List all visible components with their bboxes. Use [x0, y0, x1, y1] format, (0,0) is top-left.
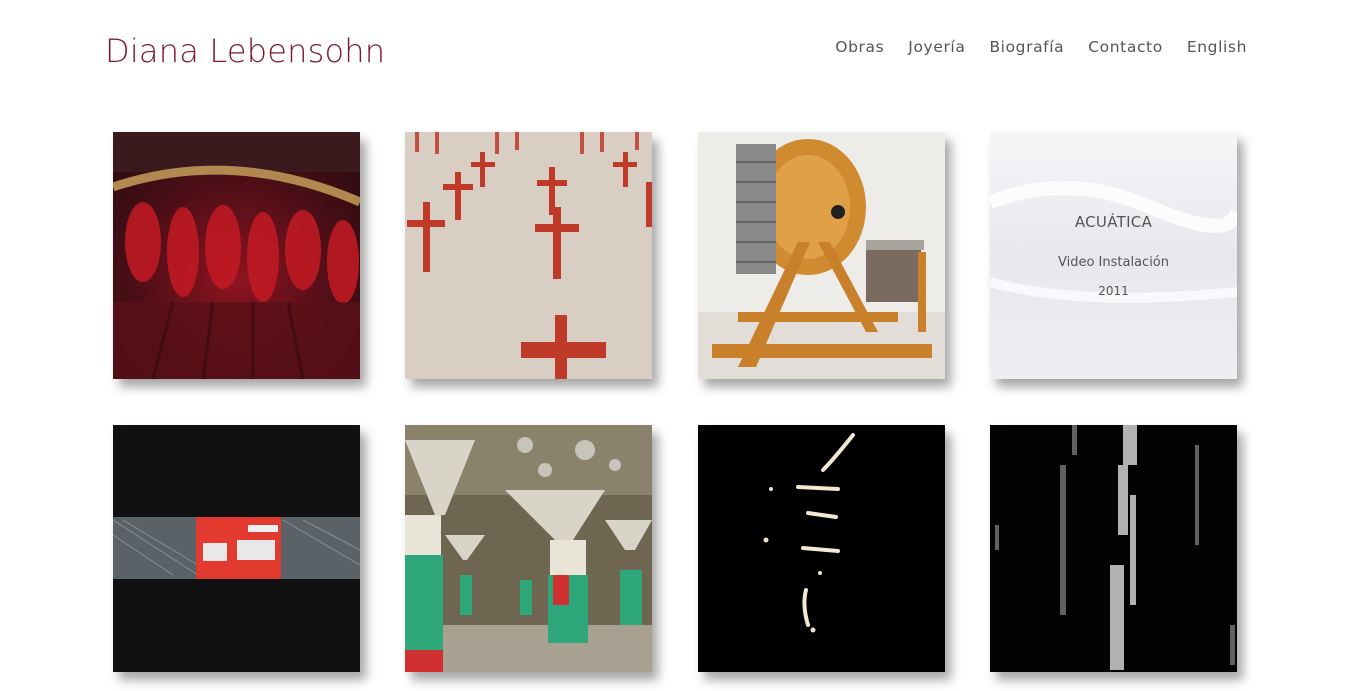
columns-image	[405, 425, 652, 672]
work-tile-acuatica[interactable]: ACUÁTICA Video Instalación 2011	[990, 132, 1237, 379]
work-tile-columns[interactable]	[405, 425, 652, 672]
train-image	[113, 425, 360, 672]
work-tile-grey-streaks[interactable]	[990, 425, 1237, 672]
nav-obras[interactable]: Obras	[835, 38, 884, 56]
wooden-wheel-image	[698, 132, 945, 379]
nav-joyeria[interactable]: Joyería	[908, 38, 965, 56]
feather-headdress-image	[113, 132, 360, 379]
light-streaks-image	[698, 425, 945, 672]
work-year: 2011	[1098, 284, 1129, 298]
nav-contacto[interactable]: Contacto	[1088, 38, 1163, 56]
main-nav: Obras Joyería Biografía Contacto English	[835, 38, 1247, 56]
work-tile-feathers[interactable]	[113, 132, 360, 379]
work-caption: ACUÁTICA Video Instalación 2011	[990, 132, 1237, 379]
nav-biografia[interactable]: Biografía	[989, 38, 1064, 56]
work-tile-train[interactable]	[113, 425, 360, 672]
work-type: Video Instalación	[1058, 255, 1169, 270]
grey-streaks-image	[990, 425, 1237, 672]
work-tile-wheel[interactable]	[698, 132, 945, 379]
crosses-image	[405, 132, 652, 379]
site-title[interactable]: Diana Lebensohn	[105, 32, 385, 70]
work-tile-crosses[interactable]	[405, 132, 652, 379]
nav-english[interactable]: English	[1187, 38, 1247, 56]
work-tile-light-streaks[interactable]	[698, 425, 945, 672]
work-title: ACUÁTICA	[1074, 213, 1153, 231]
